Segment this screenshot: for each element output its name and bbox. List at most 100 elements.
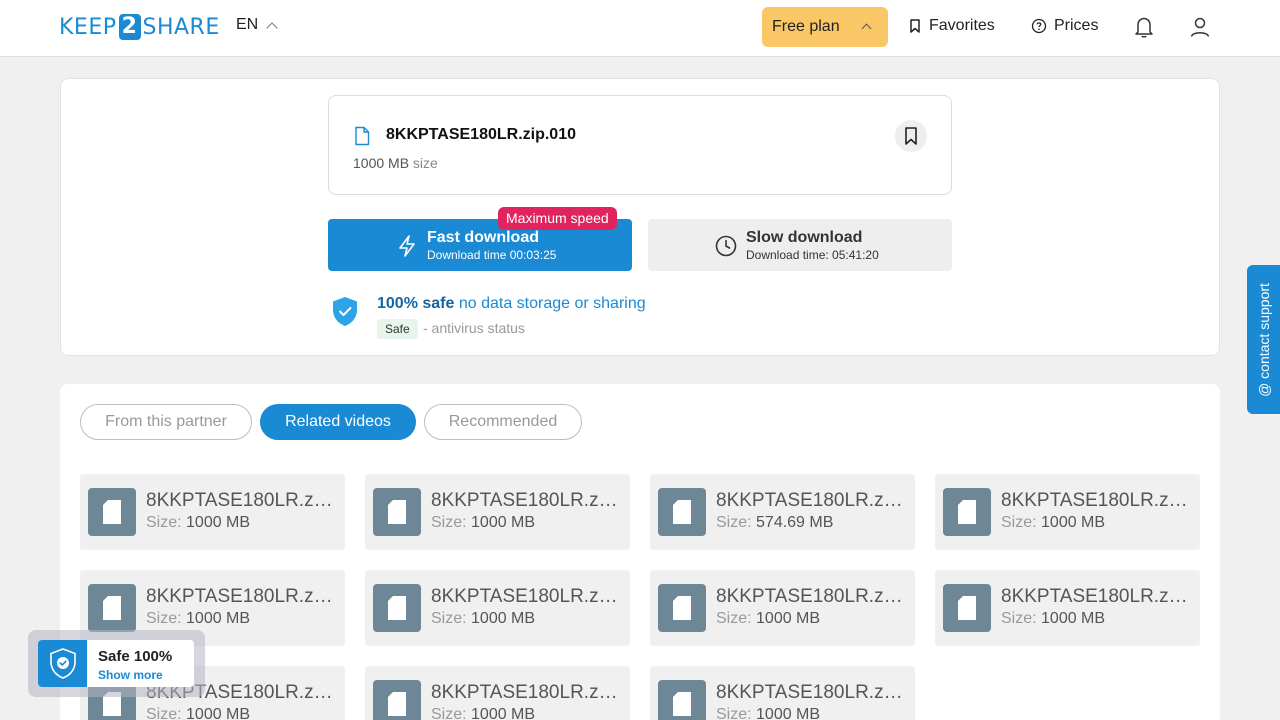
show-more-link[interactable]: Show more [98, 668, 163, 682]
tab-recommended[interactable]: Recommended [424, 404, 582, 440]
related-item-name: 8KKPTASE180LR.zip.004 [146, 586, 334, 607]
related-item[interactable]: 8KKPTASE180LR.zip.001 Size: 1000 MB [80, 474, 345, 550]
file-size-suffix: size [409, 155, 438, 171]
tab-related-videos[interactable]: Related videos [260, 404, 416, 440]
add-to-favorites-button[interactable] [895, 120, 927, 152]
related-item-size-label: Size: [146, 706, 187, 720]
related-item-size-value: 1000 MB [756, 610, 821, 627]
header: KEEP 2 SHARE EN Free plan Favorites Pric… [0, 0, 1280, 57]
safe-widget-badge [38, 640, 87, 687]
slow-download-button[interactable]: Slow download Download time: 05:41:20 [648, 219, 952, 271]
slow-download-title: Slow download [746, 229, 863, 246]
related-item-size-label: Size: [716, 610, 757, 627]
file-size: 1000 MB size [353, 155, 438, 171]
free-plan-button[interactable]: Free plan [762, 7, 888, 47]
tab-from-this-partner[interactable]: From this partner [80, 404, 252, 440]
related-item-size: Size: 1000 MB [431, 610, 535, 628]
related-item-size-value: 1000 MB [471, 706, 536, 720]
related-item-size-label: Size: [1001, 514, 1042, 531]
related-item-size-value: 1000 MB [186, 706, 251, 720]
related-item[interactable]: 8KKPTASE180LR.zip.009 Size: 1000 MB [365, 666, 630, 720]
related-item-name: 8KKPTASE180LR.zip.005 [431, 586, 619, 607]
shield-check-icon [49, 647, 76, 679]
slow-download-time: Download time: 05:41:20 [746, 248, 879, 262]
logo-badge: 2 [118, 14, 141, 40]
related-item-size-label: Size: [716, 514, 757, 531]
antivirus-status-text: - antivirus status [423, 320, 525, 336]
language-label: EN [236, 16, 259, 33]
related-item-size-label: Size: [716, 706, 757, 720]
related-item-size: Size: 1000 MB [146, 610, 250, 628]
related-item-size-value: 1000 MB [1041, 514, 1106, 531]
keep2share-logo[interactable]: KEEP 2 SHARE [59, 13, 220, 41]
related-item-size: Size: 1000 MB [431, 514, 535, 532]
related-item-size-label: Size: [146, 514, 187, 531]
contact-support-button[interactable]: @ contact support [1247, 265, 1280, 414]
prices-link[interactable]: Prices [1031, 17, 1098, 35]
file-size-value: 1000 MB [353, 155, 410, 171]
lightning-icon [399, 235, 415, 257]
related-item-size-value: 1000 MB [186, 514, 251, 531]
favorites-label: Favorites [929, 17, 995, 34]
logo-text-right: SHARE [142, 14, 220, 40]
account-button[interactable] [1189, 15, 1211, 44]
safety-statement: 100% safe no data storage or sharing [377, 295, 646, 313]
related-item-size: Size: 1000 MB [146, 706, 250, 720]
related-item-size-value: 1000 MB [471, 514, 536, 531]
related-item-size-label: Size: [431, 610, 472, 627]
file-thumbnail [88, 488, 136, 536]
favorites-link[interactable]: Favorites [908, 17, 995, 35]
language-selector[interactable]: EN [236, 16, 278, 34]
chevron-up-icon [266, 22, 278, 34]
fast-download-title: Fast download [427, 229, 539, 246]
related-item[interactable]: 8KKPTASE180LR.zip.012 Size: 1000 MB [650, 666, 915, 720]
related-item[interactable]: 8KKPTASE180LR.zip.003 Size: 1000 MB [935, 474, 1200, 550]
related-item[interactable]: 8KKPTASE180LR.zip.007 Size: 1000 MB [935, 570, 1200, 646]
related-item-name: 8KKPTASE180LR.zip.003 [1001, 490, 1189, 511]
file-thumbnail [88, 584, 136, 632]
document-icon [673, 692, 691, 716]
document-icon [958, 596, 976, 620]
related-item-size: Size: 1000 MB [716, 610, 820, 628]
file-thumbnail [658, 584, 706, 632]
related-item-name: 8KKPTASE180LR.zip.012 [716, 682, 904, 703]
related-item-size: Size: 1000 MB [716, 706, 820, 720]
safe-widget-card: Safe 100% Show more [38, 640, 194, 687]
file-thumbnail [943, 584, 991, 632]
safe-widget[interactable]: Safe 100% Show more [28, 630, 205, 697]
file-name: 8KKPTASE180LR.zip.010 [386, 126, 576, 143]
file-thumbnail [373, 488, 421, 536]
bell-icon [1135, 17, 1153, 38]
related-item-name: 8KKPTASE180LR.zip.001 [146, 490, 334, 511]
related-item-size: Size: 1000 MB [146, 514, 250, 532]
document-icon [388, 596, 406, 620]
related-item-size-label: Size: [431, 706, 472, 720]
prices-label: Prices [1054, 17, 1099, 34]
related-item-name: 8KKPTASE180LR.zip.011 [716, 490, 904, 511]
bookmark-icon [910, 19, 920, 33]
safety-bold: 100% safe [377, 295, 455, 312]
related-item-size: Size: 1000 MB [1001, 514, 1105, 532]
related-item[interactable]: 8KKPTASE180LR.zip.002 Size: 1000 MB [365, 474, 630, 550]
related-item-size-label: Size: [1001, 610, 1042, 627]
contact-support-label: @ contact support [1255, 282, 1272, 397]
file-info-box: 8KKPTASE180LR.zip.010 1000 MB size [328, 95, 952, 195]
related-item[interactable]: 8KKPTASE180LR.zip.006 Size: 1000 MB [650, 570, 915, 646]
related-item[interactable]: 8KKPTASE180LR.zip.011 Size: 574.69 MB [650, 474, 915, 550]
related-item-name: 8KKPTASE180LR.zip.009 [431, 682, 619, 703]
related-item-size-value: 1000 MB [471, 610, 536, 627]
notifications-button[interactable] [1133, 15, 1155, 44]
chevron-up-icon [861, 23, 872, 34]
related-item-size-value: 574.69 MB [756, 514, 834, 531]
related-item[interactable]: 8KKPTASE180LR.zip.005 Size: 1000 MB [365, 570, 630, 646]
antivirus-safe-tag: Safe [377, 319, 418, 339]
plan-label: Free plan [772, 18, 840, 35]
clock-icon [715, 235, 737, 257]
document-icon [673, 500, 691, 524]
document-icon [103, 596, 121, 620]
fast-download-time: Download time 00:03:25 [427, 248, 557, 262]
bookmark-icon [905, 127, 917, 145]
document-icon [673, 596, 691, 620]
document-icon [103, 500, 121, 524]
file-thumbnail [373, 584, 421, 632]
